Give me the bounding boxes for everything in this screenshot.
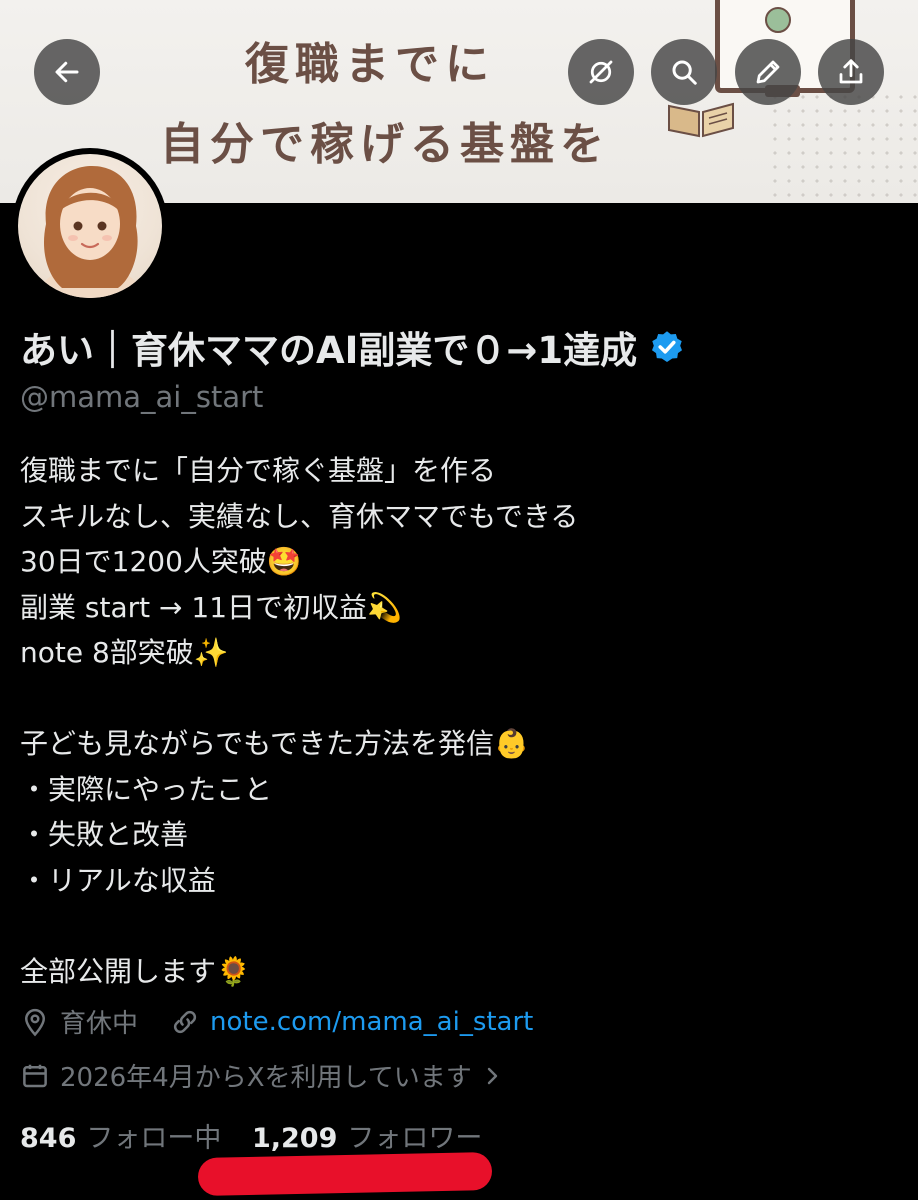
joined-row[interactable]: 2026年4月からXを利用しています	[20, 1057, 514, 1094]
bio-blank-line	[20, 676, 578, 722]
location-pin-icon	[24, 1008, 46, 1036]
monitor-avatar-icon	[765, 7, 791, 33]
bio-line: 復職までに「自分で稼ぐ基盤」を作る	[20, 454, 497, 487]
chevron-right-icon	[487, 1067, 497, 1084]
followers-label: フォロワー	[347, 1123, 483, 1154]
banner-text-line2: 自分で稼げる基盤を	[160, 119, 610, 170]
banner-text-line1: 復職までに	[245, 39, 495, 90]
joined-text: 2026年4月からXを利用しています	[60, 1063, 472, 1093]
banner-dot-pattern	[768, 90, 918, 203]
grok-icon	[589, 60, 613, 84]
location-text: 育休中	[60, 1009, 139, 1039]
avatar[interactable]	[12, 148, 168, 304]
avatar-image	[18, 154, 162, 298]
bio-line: note 8部突破✨	[20, 636, 229, 669]
following-stat[interactable]: 846 フォロー中	[20, 1123, 221, 1154]
grok-button[interactable]	[568, 39, 634, 105]
bio-line: ・失敗と改善	[20, 818, 189, 851]
follow-stats: 846 フォロー中 1,209 フォロワー	[20, 1116, 482, 1155]
bio-line: 副業 start → 11日で初収益💫	[20, 590, 402, 624]
verified-badge-icon[interactable]	[649, 329, 685, 365]
display-name-row: あい｜育休ママのAI副業で０→1達成	[20, 320, 685, 374]
calendar-icon	[23, 1064, 47, 1087]
share-button[interactable]	[818, 39, 884, 105]
back-button[interactable]	[34, 39, 100, 105]
location-website-row: 育休中 note.com/mama_ai_start	[20, 1003, 533, 1040]
share-icon	[839, 59, 863, 84]
bio-blank-line	[20, 903, 578, 949]
followers-count: 1,209	[251, 1123, 338, 1154]
bio: 復職までに「自分で稼ぐ基盤」を作る スキルなし、実績なし、育休ママでもできる 3…	[20, 448, 578, 994]
red-highlight-annotation	[197, 1151, 493, 1197]
bio-line: ・実際にやったこと	[20, 772, 273, 806]
handle: @mama_ai_start	[20, 380, 264, 414]
pencil-icon	[756, 60, 780, 84]
bio-line: 全部公開します🌻	[20, 954, 251, 988]
following-count: 846	[20, 1123, 77, 1154]
website-link[interactable]: note.com/mama_ai_start	[210, 1007, 533, 1037]
following-label: フォロー中	[86, 1123, 222, 1154]
bio-line: 30日で1200人突破🤩	[20, 545, 302, 578]
edit-button[interactable]	[735, 39, 801, 105]
link-icon	[173, 1010, 197, 1033]
followers-stat[interactable]: 1,209 フォロワー	[252, 1123, 482, 1154]
display-name: あい｜育休ママのAI副業で０→1達成	[20, 329, 638, 372]
bio-line: 子ども見ながらでもできた方法を発信👶	[20, 727, 529, 760]
search-button[interactable]	[651, 39, 717, 105]
arrow-left-icon	[55, 61, 79, 83]
bio-line: ・リアルな収益	[20, 863, 216, 897]
open-book-illustration	[668, 102, 734, 138]
bio-line: スキルなし、実績なし、育休ママでもできる	[20, 499, 579, 533]
search-icon	[672, 60, 697, 85]
